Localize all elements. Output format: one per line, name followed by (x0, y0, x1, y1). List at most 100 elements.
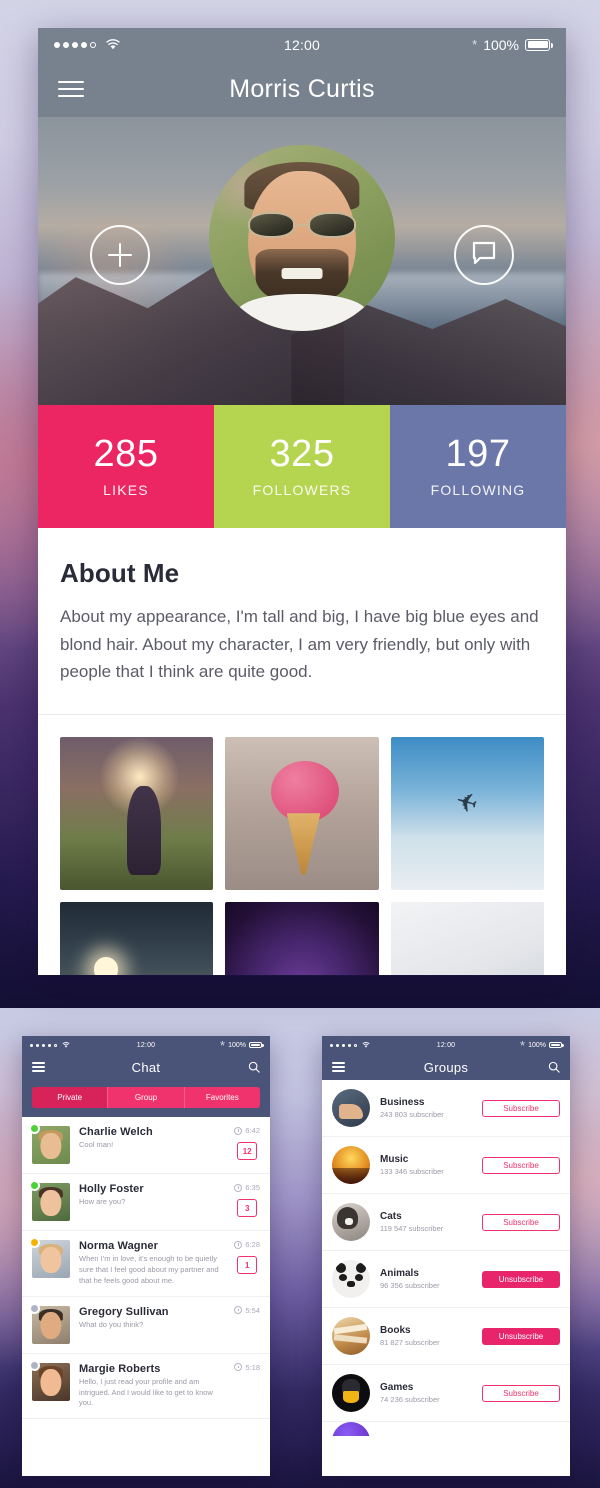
group-avatar (332, 1260, 370, 1298)
photo-girl-sunset[interactable] (60, 736, 214, 890)
list-item[interactable]: Books 81 827 subscriber Unsubscribe (322, 1308, 570, 1365)
photo-gallery (38, 715, 566, 975)
conversation-list: Charlie Welch Cool man! 6:42 12 Holly Fo… (22, 1117, 270, 1420)
unsubscribe-button[interactable]: Unsubscribe (482, 1327, 560, 1345)
groups-screen: 12:00 * 100% Groups Business 243 803 sub… (322, 1036, 570, 1476)
subscriber-count: 96 356 subscriber (380, 1281, 440, 1290)
group-list: Business 243 803 subscriber Subscribe Mu… (322, 1080, 570, 1436)
subscribe-button[interactable]: Subscribe (482, 1156, 560, 1174)
stat-label: LIKES (103, 481, 149, 498)
bluetooth-icon: * (220, 1037, 226, 1053)
send-message-button[interactable] (454, 225, 514, 285)
photo-night-sky[interactable] (225, 901, 379, 975)
group-avatar (332, 1089, 370, 1127)
message-preview: What do you think? (79, 1319, 144, 1329)
timestamp: 5:54 (234, 1306, 260, 1315)
list-item[interactable]: Norma Wagner When I'm in love, it's enou… (22, 1231, 270, 1297)
contact-name: Margie Roberts (79, 1362, 161, 1375)
timestamp: 6:35 (234, 1183, 260, 1192)
about-heading: About Me (60, 558, 180, 588)
photo-airplane-sky[interactable] (390, 736, 544, 890)
subscriber-count: 74 236 subscriber (380, 1395, 440, 1404)
timestamp: 6:28 (234, 1240, 260, 1249)
status-bar: 12:00 * 100% (38, 28, 566, 61)
contact-name: Charlie Welch (79, 1126, 153, 1138)
cover-photo (38, 117, 566, 405)
timestamp: 5:18 (234, 1363, 260, 1372)
unsubscribe-button[interactable]: Unsubscribe (482, 1270, 560, 1288)
search-icon[interactable] (548, 1061, 560, 1073)
group-name: Books (380, 1325, 411, 1336)
tab-group[interactable]: Group (107, 1087, 184, 1108)
subscribe-button[interactable]: Subscribe (482, 1213, 560, 1231)
group-avatar (332, 1146, 370, 1184)
list-item[interactable]: Margie Roberts Hello, I just read your p… (22, 1354, 270, 1420)
group-avatar (332, 1374, 370, 1412)
battery-full-icon (549, 1041, 564, 1049)
page-title: Chat (131, 1059, 161, 1075)
status-badge (29, 1123, 40, 1134)
list-item[interactable]: Music 133 346 subscriber Subscribe (322, 1137, 570, 1194)
subscribe-button[interactable]: Subscribe (482, 1384, 560, 1402)
subscriber-count: 81 827 subscriber (380, 1338, 440, 1347)
photo-ice-cream[interactable] (225, 736, 379, 890)
stat-label: FOLLOWING (430, 481, 526, 498)
about-body: About my appearance, I'm tall and big, I… (60, 607, 539, 682)
list-item[interactable]: Charlie Welch Cool man! 6:42 12 (22, 1117, 270, 1174)
stat-value: 325 (269, 433, 335, 476)
subscribe-button[interactable]: Subscribe (482, 1099, 560, 1117)
contact-name: Norma Wagner (79, 1240, 159, 1252)
battery-full-icon (249, 1041, 264, 1049)
clock-icon (234, 1183, 243, 1192)
clock-icon (234, 1306, 243, 1315)
group-name: Animals (380, 1268, 419, 1279)
status-badge (29, 1302, 40, 1314)
status-bar: 12:00 * 100% (322, 1036, 570, 1054)
page-title: Morris Curtis (229, 74, 375, 103)
nav-bar: Groups (322, 1054, 570, 1080)
group-name: Business (380, 1097, 425, 1108)
tab-favorites[interactable]: Favorites (183, 1087, 260, 1108)
group-name: Music (380, 1154, 409, 1165)
list-item-partial (322, 1422, 570, 1436)
nav-bar: Chat (22, 1054, 270, 1080)
stat-following[interactable]: 197 FOLLOWING (390, 405, 566, 528)
avatar[interactable] (209, 145, 395, 331)
chat-bubble-icon (471, 241, 497, 270)
photo-street-lights[interactable] (60, 901, 214, 975)
unread-badge: 3 (237, 1199, 258, 1217)
list-item[interactable]: Animals 96 356 subscriber Unsubscribe (322, 1251, 570, 1308)
page-title: Groups (423, 1059, 469, 1075)
battery-percent: 100% (528, 1041, 546, 1049)
stat-followers[interactable]: 325 FOLLOWERS (214, 405, 390, 528)
group-name: Cats (380, 1211, 402, 1222)
chat-screen: 12:00 * 100% Chat Private Group Favorite… (22, 1036, 270, 1476)
status-bar: 12:00 * 100% (22, 1036, 270, 1054)
stats-bar: 285 LIKES 325 FOLLOWERS 197 FOLLOWING (38, 405, 566, 528)
clock-icon (234, 1126, 243, 1135)
unread-badge: 12 (237, 1142, 258, 1160)
list-item[interactable]: Games 74 236 subscriber Subscribe (322, 1365, 570, 1422)
timestamp: 6:42 (234, 1126, 260, 1135)
group-avatar (332, 1422, 370, 1436)
add-friend-button[interactable] (90, 225, 150, 285)
stat-likes[interactable]: 285 LIKES (38, 405, 214, 528)
battery-percent: 100% (483, 36, 519, 53)
clock-icon (234, 1240, 243, 1249)
battery-full-icon (525, 38, 553, 51)
nav-bar: Morris Curtis (38, 61, 566, 117)
search-icon[interactable] (248, 1061, 260, 1073)
tab-private[interactable]: Private (32, 1087, 108, 1108)
message-preview: How are you? (79, 1197, 126, 1206)
message-preview: When I'm in love, it's enough to be quie… (79, 1254, 219, 1285)
list-item[interactable]: Business 243 803 subscriber Subscribe (322, 1080, 570, 1137)
group-name: Games (380, 1382, 414, 1393)
stat-value: 285 (93, 433, 159, 476)
profile-screen: 12:00 * 100% Morris Curtis 285 LIKES 325… (38, 28, 566, 975)
bluetooth-icon: * (520, 1037, 526, 1053)
list-item[interactable]: Gregory Sullivan What do you think? 5:54 (22, 1297, 270, 1354)
list-item[interactable]: Holly Foster How are you? 6:35 3 (22, 1174, 270, 1231)
list-item[interactable]: Cats 119 547 subscriber Subscribe (322, 1194, 570, 1251)
photo-keyboard-hands[interactable] (390, 901, 544, 975)
stat-label: FOLLOWERS (252, 481, 352, 498)
